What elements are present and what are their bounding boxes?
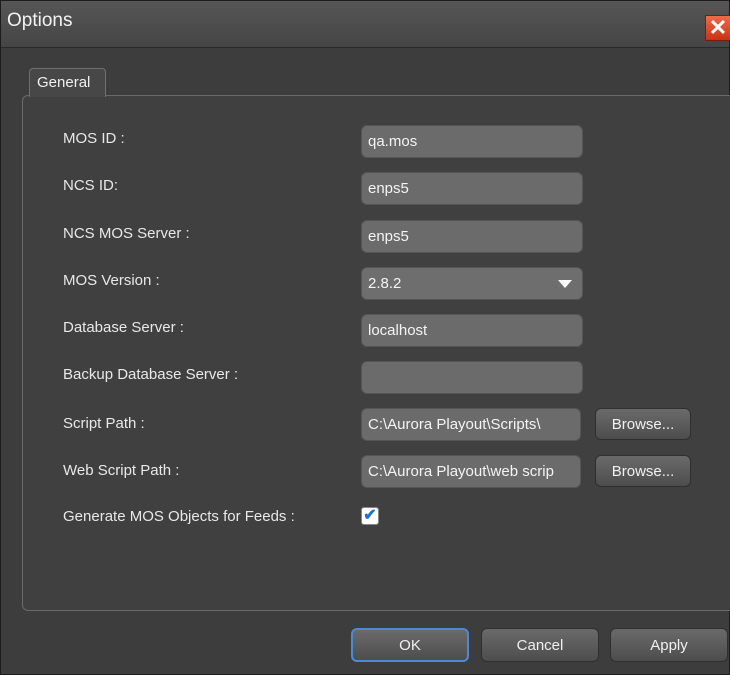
script-path-label: Script Path :: [63, 415, 145, 432]
tab-general[interactable]: General: [29, 68, 106, 97]
web-script-path-browse-button[interactable]: Browse...: [595, 455, 691, 487]
backup-database-server-field[interactable]: [361, 361, 583, 394]
web-script-path-field[interactable]: C:\Aurora Playout\web scrip: [361, 455, 581, 488]
script-path-field[interactable]: C:\Aurora Playout\Scripts\: [361, 408, 581, 441]
close-button[interactable]: ✕: [705, 15, 730, 41]
mos-version-label: MOS Version :: [63, 272, 160, 289]
script-path-browse-button[interactable]: Browse...: [595, 408, 691, 440]
mos-version-select[interactable]: 2.8.2: [361, 267, 583, 300]
database-server-label: Database Server :: [63, 319, 184, 336]
backup-database-server-label: Backup Database Server :: [63, 366, 239, 383]
ncs-mos-server-field[interactable]: enps5: [361, 220, 583, 253]
window-title: Options: [7, 10, 73, 31]
cancel-button[interactable]: Cancel: [481, 628, 599, 662]
database-server-field[interactable]: localhost: [361, 314, 583, 347]
apply-button[interactable]: Apply: [610, 628, 728, 662]
ok-button[interactable]: OK: [351, 628, 469, 662]
mos-version-value: 2.8.2: [368, 275, 402, 292]
tab-general-label: General: [37, 74, 91, 91]
ncs-id-field[interactable]: enps5: [361, 172, 583, 205]
generate-mos-objects-label: Generate MOS Objects for Feeds :: [63, 508, 295, 525]
options-dialog: Options ✕ General MOS ID : qa.mos NCS ID…: [0, 0, 730, 675]
title-bar[interactable]: Options ✕: [1, 1, 730, 48]
mos-id-field[interactable]: qa.mos: [361, 125, 583, 158]
generate-mos-objects-checkbox[interactable]: ✔: [361, 507, 379, 525]
ncs-mos-server-label: NCS MOS Server :: [63, 225, 190, 242]
chevron-down-icon[interactable]: [558, 280, 572, 288]
mos-id-label: MOS ID :: [63, 130, 125, 147]
web-script-path-label: Web Script Path :: [63, 462, 180, 479]
ncs-id-label: NCS ID:: [63, 177, 119, 194]
checkmark-icon: ✔: [363, 507, 377, 524]
close-icon: ✕: [708, 15, 728, 40]
